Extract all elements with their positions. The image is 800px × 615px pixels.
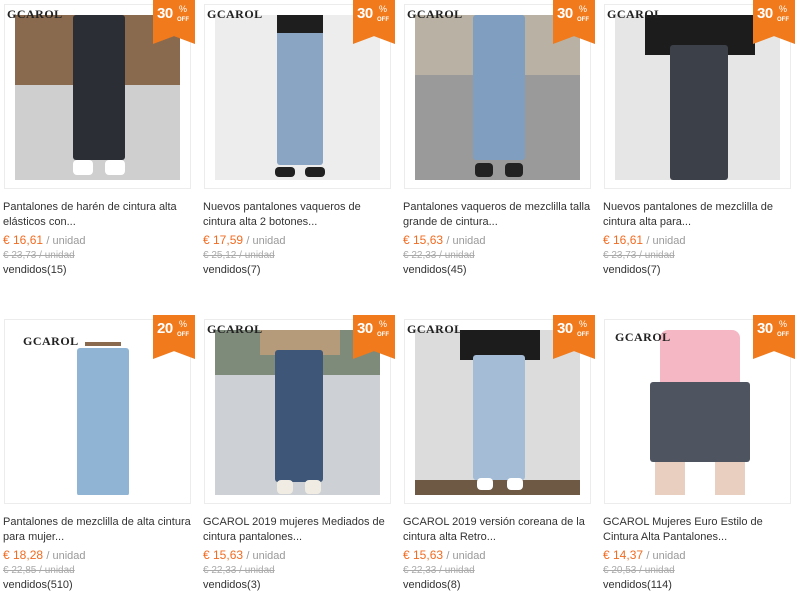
brand-logo: GCAROL	[607, 7, 663, 21]
original-price: € 22,33 / unidad	[403, 565, 475, 576]
brand-logo: GCAROL	[207, 322, 263, 336]
sold-count: vendidos(45)	[403, 264, 467, 276]
original-price: € 23,73 / unidad	[3, 250, 75, 261]
sold-count: vendidos(8)	[403, 579, 461, 591]
product-card[interactable]: GCAROL 30% OFF Nuevos pantalones vaqueros…	[200, 0, 395, 300]
original-price: € 22,85 / unidad	[3, 565, 75, 576]
original-price: € 22,33 / unidad	[203, 565, 275, 576]
product-card[interactable]: GCAROL 30% OFF GCAROL 2019 mujeres Mediad…	[200, 315, 395, 615]
product-price: € 14,37 / unidad	[603, 548, 686, 562]
original-price: € 25,12 / unidad	[203, 250, 275, 261]
product-card[interactable]: GCAROL 30% OFF GCAROL 2019 versión corean…	[400, 315, 595, 615]
product-price: € 18,28 / unidad	[3, 548, 86, 562]
product-price: € 15,63 / unidad	[203, 548, 286, 562]
brand-logo: GCAROL	[407, 322, 463, 336]
brand-logo: GCAROL	[407, 7, 463, 21]
sold-count: vendidos(3)	[203, 579, 261, 591]
product-title-link[interactable]: Nuevos pantalones de mezclilla de cintur…	[603, 200, 793, 230]
product-card[interactable]: GCAROL 30% OFF Nuevos pantalones de mezcl…	[600, 0, 795, 300]
product-title-link[interactable]: Pantalones de harén de cintura alta elás…	[3, 200, 193, 230]
product-price: € 16,61 / unidad	[3, 233, 86, 247]
product-title-link[interactable]: GCAROL 2019 versión coreana de la cintur…	[403, 515, 593, 545]
original-price: € 22,33 / unidad	[403, 250, 475, 261]
brand-logo: GCAROL	[23, 334, 79, 348]
sold-count: vendidos(15)	[3, 264, 67, 276]
original-price: € 20,53 / unidad	[603, 565, 675, 576]
product-price: € 15,63 / unidad	[403, 233, 486, 247]
product-price: € 15,63 / unidad	[403, 548, 486, 562]
product-title-link[interactable]: Nuevos pantalones vaqueros de cintura al…	[203, 200, 393, 230]
sold-count: vendidos(7)	[203, 264, 261, 276]
original-price: € 23,73 / unidad	[603, 250, 675, 261]
product-price: € 17,59 / unidad	[203, 233, 286, 247]
product-card[interactable]: GCAROL 20% OFF Pantalones de mezclilla de…	[0, 315, 195, 615]
sold-count: vendidos(510)	[3, 579, 73, 591]
brand-logo: GCAROL	[615, 330, 671, 344]
sold-count: vendidos(114)	[603, 579, 672, 591]
product-title-link[interactable]: Pantalones vaqueros de mezclilla talla g…	[403, 200, 593, 230]
brand-logo: GCAROL	[7, 7, 63, 21]
product-card[interactable]: GCAROL 30% OFF Pantalones vaqueros de mez…	[400, 0, 595, 300]
product-card[interactable]: GCAROL 30% OFF GCAROL Mujeres Euro Estilo…	[600, 315, 795, 615]
product-title-link[interactable]: GCAROL Mujeres Euro Estilo de Cintura Al…	[603, 515, 793, 545]
product-price: € 16,61 / unidad	[603, 233, 686, 247]
sold-count: vendidos(7)	[603, 264, 661, 276]
product-card[interactable]: GCAROL 30% OFF Pantalones de harén de cin…	[0, 0, 195, 300]
brand-logo: GCAROL	[207, 7, 263, 21]
product-title-link[interactable]: Pantalones de mezclilla de alta cintura …	[3, 515, 193, 545]
product-title-link[interactable]: GCAROL 2019 mujeres Mediados de cintura …	[203, 515, 393, 545]
